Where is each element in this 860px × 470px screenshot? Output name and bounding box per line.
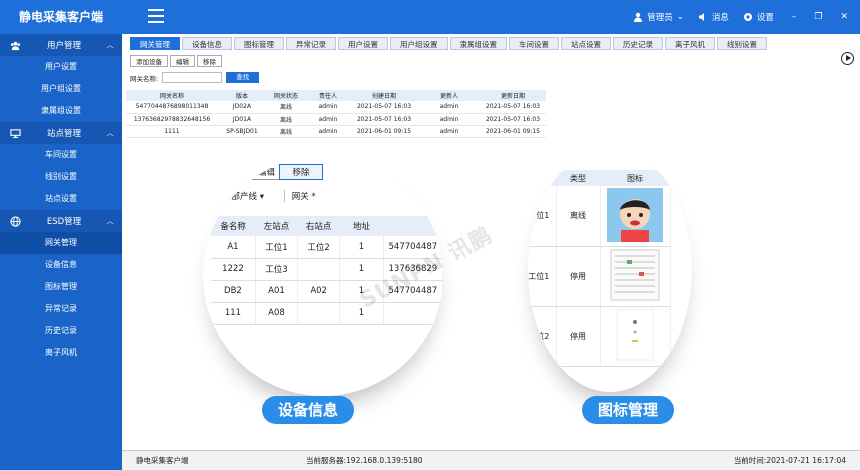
chevron-down-icon: ⌄ <box>676 12 684 22</box>
tab-bar: 网关管理 设备信息 图标管理 异常记录 用户设置 用户组设置 隶属组设置 车间设… <box>130 37 852 51</box>
sidebar-item-membership[interactable]: 隶属组设置 <box>0 100 122 122</box>
tab-line[interactable]: 线别设置 <box>717 37 767 50</box>
column-header[interactable]: 备名称 <box>211 216 256 236</box>
column-header[interactable]: 左站点 <box>255 216 298 236</box>
tab-user-groups[interactable]: 用户组设置 <box>390 37 448 50</box>
tab-exceptions[interactable]: 异常记录 <box>286 37 336 50</box>
sidebar-item-user-groups[interactable]: 用户组设置 <box>0 78 122 100</box>
sketch-thumbnail-icon <box>616 309 654 361</box>
tab-ionizer[interactable]: 离子风机 <box>665 37 715 50</box>
icon-table: 类型 图标 工位1 离线 工位1 停用 工位2 停用 <box>528 170 671 367</box>
icon-mgmt-zoom: 类型 图标 工位1 离线 工位1 停用 工位2 停用 <box>528 148 692 392</box>
restore-icon[interactable]: ❐ <box>814 12 822 22</box>
user-icon <box>634 12 643 22</box>
table-row[interactable]: 5477044876898011348 JD02A 离线 admin 2021-05-0… <box>126 101 546 114</box>
device-info-caption: 设备信息 <box>262 396 355 424</box>
column-header <box>383 216 443 236</box>
sidebar-item-device-info[interactable]: 设备信息 <box>0 254 122 276</box>
sidebar-item-workshop[interactable]: 车间设置 <box>0 144 122 166</box>
toolbar: 添加设备 编辑 移除 <box>130 55 222 67</box>
edit-button[interactable]: 编辑 <box>170 55 195 67</box>
settings-button[interactable]: 设置 <box>743 11 774 23</box>
edit-button[interactable]: 编辑 <box>243 164 279 180</box>
remove-button[interactable]: 移除 <box>197 55 222 67</box>
column-header[interactable]: 图标 <box>600 170 670 186</box>
sidebar-group-user[interactable]: 用户管理 ︿ <box>0 34 122 56</box>
monitor-icon <box>9 128 21 138</box>
chevron-up-icon: ︿ <box>106 217 114 225</box>
search-button[interactable]: 查找 <box>226 72 260 83</box>
speaker-icon <box>698 13 704 21</box>
status-app-name: 静电采集客户端 <box>136 456 189 465</box>
line-select[interactable]: 全部产线 ▾ <box>223 190 285 202</box>
column-header[interactable]: 创建日期 <box>350 90 418 101</box>
sidebar: 用户管理 ︿ 用户设置 用户组设置 隶属组设置 站点管理 ︿ 车间设置 线别设置 站… <box>0 34 122 470</box>
remove-button[interactable]: 移除 <box>279 164 323 180</box>
column-header[interactable]: 地址 <box>339 216 384 236</box>
gateway-filter-value[interactable]: * <box>311 192 315 202</box>
table-row[interactable]: 工位2 停用 <box>528 306 671 367</box>
icon-mgmt-caption: 图标管理 <box>582 396 675 424</box>
table-row[interactable]: 13763682978832648156 JD01A 离线 admin 2021-05-… <box>126 113 546 126</box>
status-time: 当前时间:2021-07-21 16:17:04 <box>733 456 846 465</box>
column-header[interactable]: 责任人 <box>306 90 350 101</box>
sidebar-item-user-settings[interactable]: 用户设置 <box>0 56 122 78</box>
gear-icon <box>743 13 752 21</box>
search-label: 网关名称: <box>130 74 159 83</box>
tab-station[interactable]: 站点设置 <box>561 37 611 50</box>
sidebar-group-esd[interactable]: ESD管理 ︿ <box>0 210 122 232</box>
table-row[interactable]: 工位1 离线 <box>528 186 671 247</box>
app-window: { "app":{"title":"静电采集客户端"}, "header":{"… <box>0 0 860 470</box>
users-icon <box>10 41 20 50</box>
gateway-filter-label: 网关 <box>291 192 309 202</box>
sidebar-item-line[interactable]: 线别设置 <box>0 166 122 188</box>
filter-row: 全部产线 ▾ 网关 * <box>223 190 316 202</box>
sidebar-group-station[interactable]: 站点管理 ︿ <box>0 122 122 144</box>
document-thumbnail-icon <box>610 249 660 301</box>
sidebar-item-ionizer[interactable]: 离子风机 <box>0 342 122 364</box>
play-icon[interactable] <box>841 52 854 65</box>
column-header[interactable]: 版本 <box>218 90 266 101</box>
status-server: 当前服务器:192.168.0.139:5180 <box>306 456 423 465</box>
sidebar-item-history[interactable]: 历史记录 <box>0 320 122 342</box>
app-title: 静电采集客户端 <box>18 10 103 24</box>
globe-icon <box>9 215 21 227</box>
chevron-up-icon: ︿ <box>106 129 114 137</box>
column-header[interactable]: 更新人 <box>418 90 480 101</box>
tab-membership[interactable]: 隶属组设置 <box>449 37 507 50</box>
close-icon[interactable]: ✕ <box>840 12 848 22</box>
minimize-icon[interactable]: – <box>792 12 797 22</box>
status-bar: 静电采集客户端 当前服务器:192.168.0.139:5180 当前时间:20… <box>122 450 860 470</box>
gateway-name-input[interactable] <box>162 72 223 83</box>
table-row[interactable]: A1 工位1 工位2 1 547704487 <box>211 236 443 259</box>
tab-device-info[interactable]: 设备信息 <box>182 37 232 50</box>
column-header[interactable]: 右站点 <box>297 216 340 236</box>
table-row[interactable]: 工位1 停用 <box>528 246 671 307</box>
table-row[interactable]: 1111 SP-SBJD01 离线 admin 2021-06-01 09:15 admi… <box>126 125 546 138</box>
sidebar-item-station[interactable]: 站点设置 <box>0 188 122 210</box>
column-header[interactable]: 网关名称 <box>126 90 218 101</box>
messages-button[interactable]: 消息 <box>698 11 729 23</box>
column-header <box>528 170 556 186</box>
user-menu[interactable]: 管理员 ⌄ <box>633 11 684 23</box>
column-header[interactable]: 更新日期 <box>480 90 546 101</box>
cartoon-character-icon <box>607 187 663 242</box>
sidebar-item-gateway[interactable]: 网关管理 <box>0 232 122 254</box>
table-row[interactable]: 111 A08 1 <box>211 302 443 325</box>
sidebar-item-exceptions[interactable]: 异常记录 <box>0 298 122 320</box>
tab-workshop[interactable]: 车间设置 <box>509 37 559 50</box>
menu-toggle-icon[interactable] <box>148 9 164 23</box>
top-bar: 静电采集客户端 管理员 ⌄ 消息 设置 – ❐ ✕ <box>0 0 860 34</box>
chevron-up-icon: ︿ <box>106 41 114 49</box>
add-device-button[interactable]: 添加设备 <box>130 55 168 67</box>
sidebar-item-icon-mgmt[interactable]: 图标管理 <box>0 276 122 298</box>
column-header[interactable]: 类型 <box>556 170 600 186</box>
gateway-table: 网关名称 版本 网关状态 责任人 创建日期 更新人 更新日期 547704487… <box>126 90 546 138</box>
search-bar: 网关名称: 查找 <box>130 72 260 83</box>
tab-user-settings[interactable]: 用户设置 <box>338 37 388 50</box>
column-header[interactable]: 网关状态 <box>266 90 306 101</box>
tab-gateway[interactable]: 网关管理 <box>130 37 180 50</box>
tab-icon-mgmt[interactable]: 图标管理 <box>234 37 284 50</box>
tab-history[interactable]: 历史记录 <box>613 37 663 50</box>
